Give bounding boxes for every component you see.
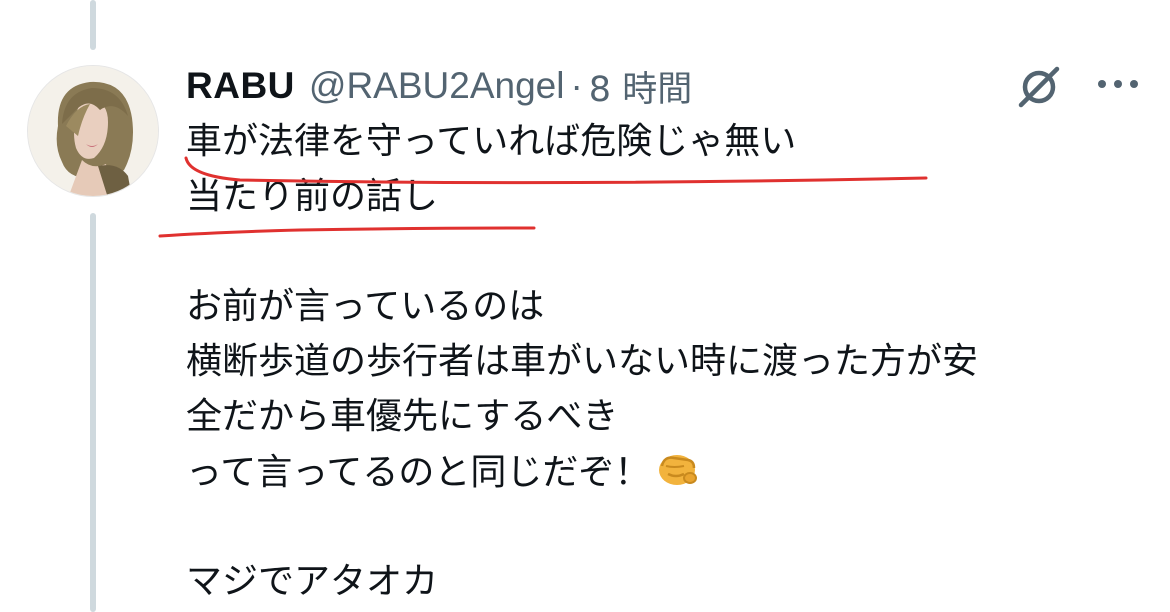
- tweet-line: マジでアタオカ: [186, 561, 439, 602]
- tweet-line: お前が言っているのは: [186, 286, 545, 327]
- more-dots-icon: [1098, 80, 1138, 88]
- thread-connector-bottom: [90, 213, 96, 612]
- user-handle[interactable]: @RABU2Angel: [309, 65, 565, 107]
- more-button[interactable]: [1090, 62, 1146, 106]
- display-name[interactable]: RABU: [186, 65, 295, 107]
- grok-icon: [1018, 66, 1060, 108]
- tweet-stage: RABU @RABU2Angel · 8 時間 車が法律を守っていれば危険じゃ無…: [0, 0, 1170, 612]
- avatar-image: [28, 66, 158, 196]
- tweet-line: って言ってるのと同じだぞ！: [186, 452, 651, 493]
- tweet-line: 横断歩道の歩行者は車がいない時に渡った方が安: [186, 341, 979, 382]
- tweet-line: 当たり前の話し: [186, 176, 439, 217]
- tweet-line: 全だから車優先にするべき: [186, 396, 619, 437]
- tweet-line-with-emoji: って言ってるのと同じだぞ！: [186, 444, 1156, 499]
- pointing-fist-emoji: [654, 444, 700, 506]
- header-separator: ·: [570, 65, 583, 106]
- grok-button[interactable]: [1014, 62, 1064, 112]
- avatar[interactable]: [27, 65, 159, 197]
- thread-connector-top: [90, 0, 96, 50]
- tweet-line: 車が法律を守っていれば危険じゃ無い: [186, 121, 797, 162]
- tweet-header: RABU @RABU2Angel · 8 時間: [186, 60, 692, 112]
- tweet-text: 車が法律を守っていれば危険じゃ無い 当たり前の話し お前が言っているのは 横断歩…: [186, 114, 1156, 609]
- timestamp[interactable]: 8 時間: [589, 61, 692, 112]
